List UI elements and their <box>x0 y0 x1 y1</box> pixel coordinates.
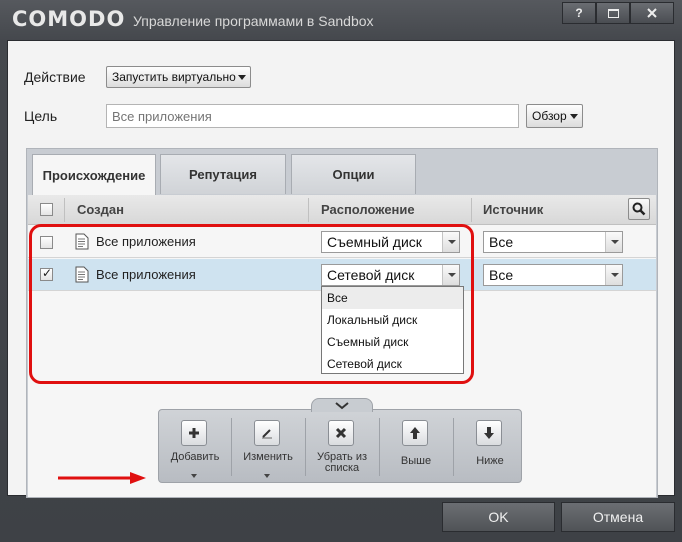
toolbar-collapse-handle[interactable] <box>311 398 373 412</box>
ok-button[interactable]: OK <box>442 502 555 532</box>
chevron-down-icon <box>605 232 622 252</box>
help-button[interactable]: ? <box>562 2 596 24</box>
add-button-label: Добавить <box>170 451 220 463</box>
browse-button-label: Обзор <box>532 109 567 123</box>
move-down-button[interactable]: Ниже <box>454 416 526 480</box>
tab-origin[interactable]: Происхождение <box>32 154 156 196</box>
window-controls: ? <box>562 2 674 24</box>
arrow-up-icon <box>402 420 428 446</box>
cancel-button[interactable]: Отмена <box>561 502 675 532</box>
tab-options-label: Опции <box>332 167 375 182</box>
row-source-value: Все <box>489 234 514 250</box>
action-select-value: Запустить виртуально <box>112 70 236 84</box>
pencil-icon <box>254 420 280 446</box>
tab-options[interactable]: Опции <box>291 154 416 194</box>
column-divider <box>308 198 309 222</box>
select-all-checkbox[interactable] <box>40 203 53 216</box>
search-icon <box>632 202 646 216</box>
move-up-button[interactable]: Выше <box>380 416 452 480</box>
browse-button[interactable]: Обзор <box>526 104 583 128</box>
dialog-content: Действие Запустить виртуально Цель Обзор… <box>7 40 675 498</box>
help-icon: ? <box>575 6 583 20</box>
close-icon <box>647 8 657 18</box>
action-select[interactable]: Запустить виртуально <box>106 66 251 88</box>
action-toolbar: Добавить Изменить Убрать из списка Выше … <box>158 398 522 483</box>
dialog-window: COMODO Управление программами в Sandbox … <box>0 0 682 542</box>
edit-button-label: Изменить <box>243 451 293 463</box>
highlight-frame <box>29 224 474 384</box>
tab-reputation-label: Репутация <box>189 167 257 182</box>
comodo-logo: COMODO <box>12 7 126 31</box>
remove-button[interactable]: Убрать из списка <box>306 416 378 480</box>
maximize-button[interactable] <box>596 2 630 24</box>
title-bar: COMODO Управление программами в Sandbox … <box>0 0 682 40</box>
tab-origin-label: Происхождение <box>42 168 146 183</box>
target-label: Цель <box>24 108 58 124</box>
chevron-down-icon <box>264 474 270 478</box>
ok-button-label: OK <box>488 509 509 525</box>
dialog-footer: OK Отмена <box>0 497 682 542</box>
plus-icon <box>181 420 207 446</box>
row-source-value: Все <box>489 267 514 283</box>
row-source-select[interactable]: Все <box>483 231 623 253</box>
chevron-down-icon <box>570 114 578 119</box>
grid-header: Создан Расположение Источник <box>28 195 656 225</box>
row-source-select[interactable]: Все <box>483 264 623 286</box>
edit-button[interactable]: Изменить <box>232 416 304 480</box>
maximize-icon <box>607 8 619 18</box>
chevron-down-icon <box>335 401 349 409</box>
add-button[interactable]: Добавить <box>159 416 231 480</box>
chevron-down-icon <box>191 474 197 478</box>
remove-icon <box>328 420 354 446</box>
search-button[interactable] <box>628 198 650 220</box>
column-header-source[interactable]: Источник <box>483 202 543 217</box>
chevron-down-icon <box>605 265 622 285</box>
arrow-down-icon <box>476 420 502 446</box>
action-label: Действие <box>24 69 86 85</box>
target-input[interactable] <box>106 104 519 128</box>
remove-button-label: Убрать из списка <box>316 451 368 474</box>
move-up-button-label: Выше <box>400 455 432 467</box>
column-header-location[interactable]: Расположение <box>321 202 415 217</box>
move-down-button-label: Ниже <box>476 455 504 467</box>
chevron-down-icon <box>238 75 246 80</box>
window-title: Управление программами в Sandbox <box>133 13 374 29</box>
column-divider <box>64 198 65 222</box>
close-button[interactable] <box>630 2 674 24</box>
column-divider <box>471 198 472 222</box>
column-header-created[interactable]: Создан <box>77 202 124 217</box>
red-arrow-icon <box>58 472 146 484</box>
cancel-button-label: Отмена <box>592 509 644 525</box>
tab-reputation[interactable]: Репутация <box>160 154 286 194</box>
